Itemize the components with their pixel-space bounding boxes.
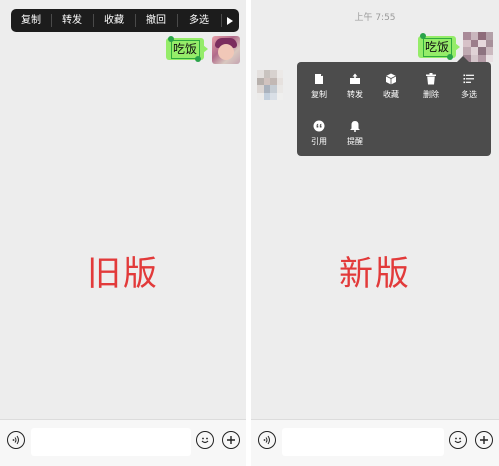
favorite-icon (385, 73, 397, 85)
emoji-icon[interactable] (196, 431, 214, 449)
new-selection-handle-start[interactable] (420, 33, 426, 39)
old-menu-item-favorite[interactable]: 收藏 (93, 9, 135, 32)
new-menu-item-quote[interactable]: 引用 (301, 120, 337, 147)
voice-icon[interactable] (7, 431, 25, 449)
message-timestamp: 上午 7:55 (354, 13, 396, 23)
old-selection-handle-start[interactable] (168, 36, 174, 42)
plus-icon[interactable] (475, 431, 493, 449)
new-message-input[interactable] (282, 428, 444, 456)
old-version-label: 旧版 (87, 254, 159, 294)
delete-icon (426, 73, 436, 85)
new-menu-item-forward[interactable]: 转发 (337, 73, 373, 100)
emoji-icon[interactable] (449, 431, 467, 449)
forward-icon (350, 73, 360, 84)
old-menu-item-forward[interactable]: 转发 (51, 9, 93, 32)
new-version-panel: 上午 7:55 吃饭 复制 转发 收藏 删除 多选 引用 提醒 新版 (251, 0, 499, 466)
copy-icon (315, 74, 323, 84)
remind-icon (350, 121, 360, 132)
new-menu-item-multiselect[interactable]: 多选 (451, 73, 487, 100)
new-version-label: 新版 (339, 254, 411, 294)
contact-avatar-blurred[interactable] (257, 70, 283, 100)
new-menu-item-remind[interactable]: 提醒 (337, 120, 373, 147)
old-user-avatar[interactable] (212, 36, 240, 64)
old-menu-item-multiselect[interactable]: 多选 (177, 9, 221, 32)
old-selection-handle-end[interactable] (195, 56, 201, 62)
old-menu-more-button[interactable] (221, 9, 239, 32)
old-version-panel: 复制 转发 收藏 撤回 多选 吃饭 旧版 (0, 0, 246, 466)
old-menu-item-copy[interactable]: 复制 (11, 9, 51, 32)
triangle-right-icon (227, 16, 233, 25)
voice-icon[interactable] (258, 431, 276, 449)
new-menu-item-copy[interactable]: 复制 (301, 73, 337, 100)
new-menu-item-delete[interactable]: 删除 (413, 73, 449, 100)
old-message-input[interactable] (31, 428, 191, 456)
new-input-bar (251, 419, 499, 466)
new-menu-item-favorite[interactable]: 收藏 (373, 73, 409, 100)
new-context-menu: 复制 转发 收藏 删除 多选 引用 提醒 (297, 56, 491, 156)
old-context-menu: 复制 转发 收藏 撤回 多选 (11, 9, 239, 32)
multiselect-icon (463, 74, 474, 84)
new-selection-handle-end[interactable] (447, 54, 453, 60)
plus-icon[interactable] (222, 431, 240, 449)
old-input-bar (0, 419, 246, 466)
quote-icon (313, 120, 325, 132)
old-menu-item-recall[interactable]: 撤回 (135, 9, 177, 32)
